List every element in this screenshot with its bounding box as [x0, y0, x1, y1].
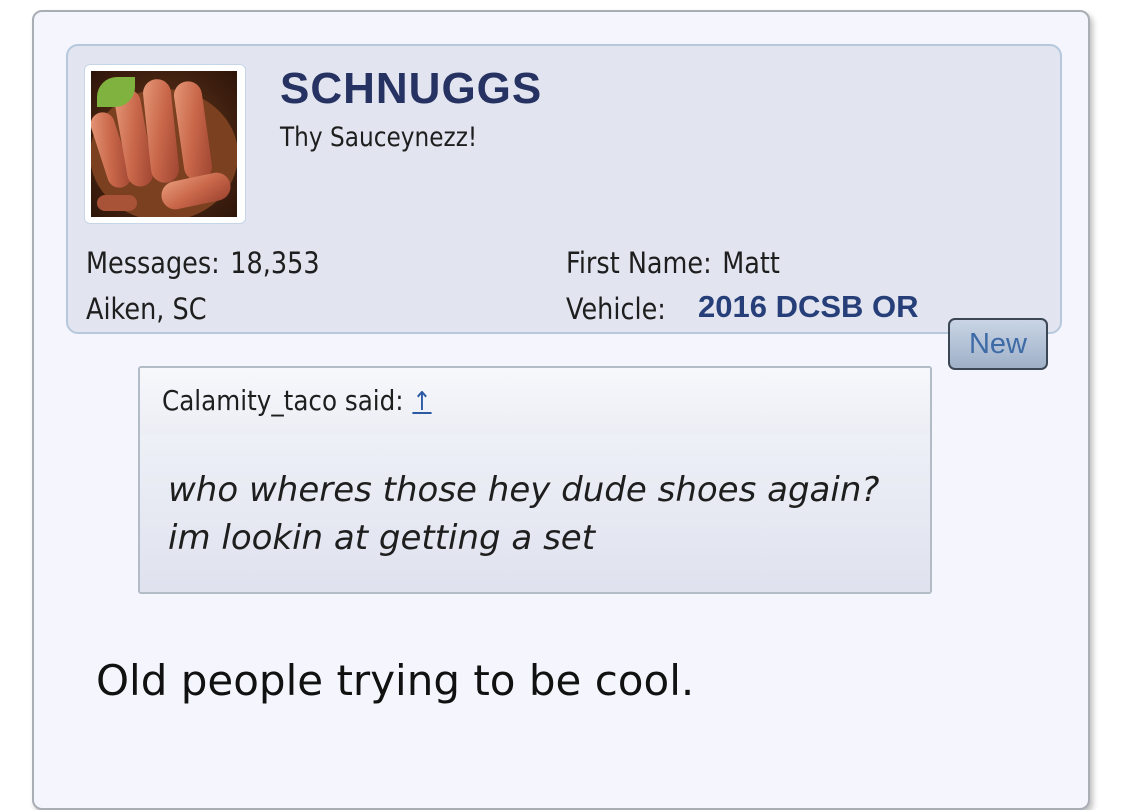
quote-block: Calamity_taco said: ↑ who wheres those he…	[138, 366, 932, 594]
quote-header: Calamity_taco said: ↑	[140, 368, 930, 435]
quote-attribution: Calamity_taco said: ↑	[162, 384, 432, 417]
vehicle-value: 2016 DCSB OR	[698, 289, 919, 324]
first-name-value: Matt	[722, 246, 780, 280]
username[interactable]: SCHNUGGS	[280, 64, 542, 114]
forum-post: SCHNUGGS Thy Sauceynezz! Messages: 18,353…	[32, 10, 1090, 810]
user-title: Thy Sauceynezz!	[280, 122, 478, 153]
messages-value: 18,353	[230, 246, 320, 280]
avatar[interactable]	[84, 64, 246, 224]
first-name-label: First Name:	[566, 246, 712, 280]
user-info-card: SCHNUGGS Thy Sauceynezz! Messages: 18,353…	[66, 44, 1062, 334]
quote-author: Calamity_taco said:	[162, 384, 404, 417]
location: Aiken, SC	[86, 292, 207, 326]
post-message: Old people trying to be cool.	[96, 656, 695, 705]
quote-body: who wheres those hey dude shoes again? i…	[140, 434, 930, 592]
messages-stat: Messages: 18,353	[86, 246, 320, 280]
vehicle-label: Vehicle:	[566, 292, 666, 326]
new-post-badge: New	[948, 318, 1048, 370]
jump-to-quote-icon[interactable]: ↑	[412, 387, 431, 417]
messages-label: Messages:	[86, 246, 220, 280]
quote-text: who wheres those hey dude shoes again? i…	[168, 470, 880, 558]
first-name-field: First Name: Matt	[566, 246, 780, 280]
